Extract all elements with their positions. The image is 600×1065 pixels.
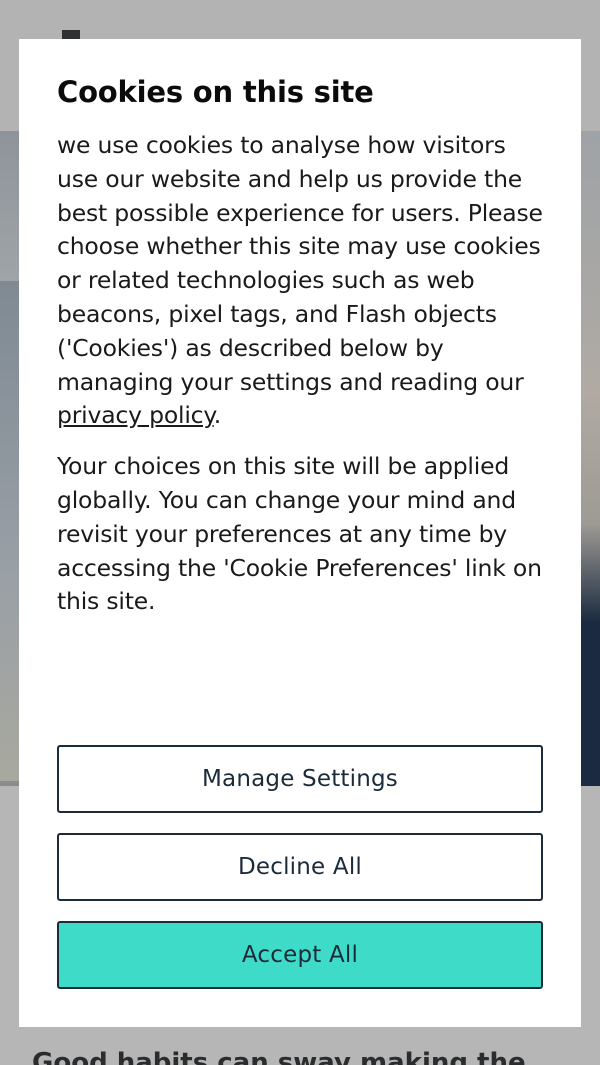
cookie-consent-modal: Cookies on this site we use cookies to a… bbox=[19, 39, 581, 1027]
manage-settings-button[interactable]: Manage Settings bbox=[57, 745, 543, 813]
decline-all-button[interactable]: Decline All bbox=[57, 833, 543, 901]
cookie-description-paragraph: we use cookies to analyse how visitors u… bbox=[57, 129, 547, 433]
cookie-description-text: we use cookies to analyse how visitors u… bbox=[57, 131, 543, 396]
accept-all-button[interactable]: Accept All bbox=[57, 921, 543, 989]
modal-title: Cookies on this site bbox=[57, 75, 374, 109]
page-heading-partial: Good habits can sway making the bbox=[32, 1048, 526, 1065]
modal-body: we use cookies to analyse how visitors u… bbox=[57, 129, 547, 619]
cookie-description-end: . bbox=[213, 401, 222, 430]
privacy-policy-link[interactable]: privacy policy bbox=[57, 401, 214, 429]
cookie-global-choices-paragraph: Your choices on this site will be applie… bbox=[57, 452, 542, 616]
